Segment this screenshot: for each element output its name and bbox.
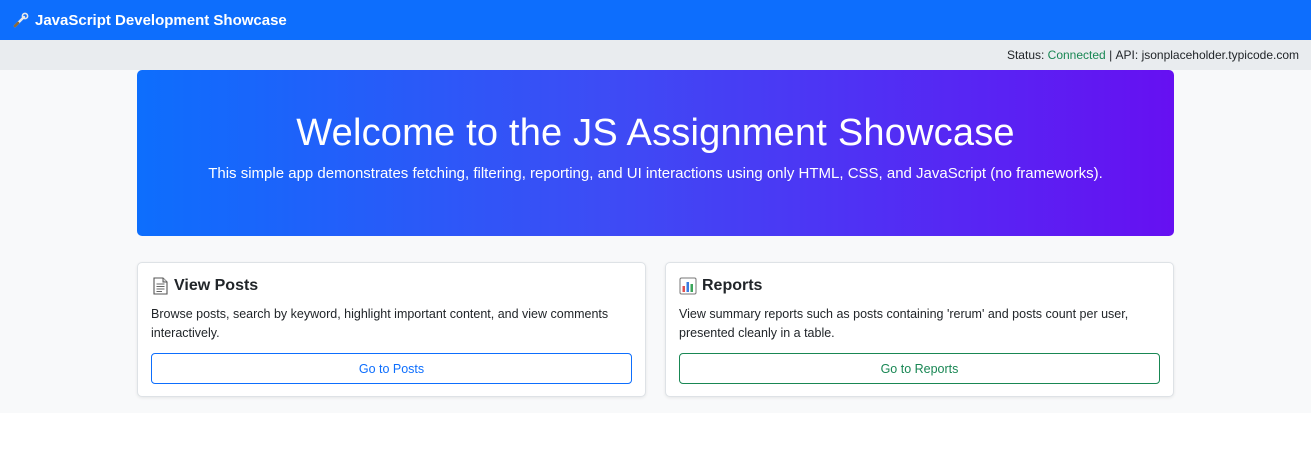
hero-banner: Welcome to the JS Assignment Showcase Th… <box>137 70 1174 236</box>
bar-chart-icon <box>679 277 697 295</box>
posts-card: View Posts Browse posts, search by keywo… <box>137 262 646 397</box>
go-to-reports-button[interactable]: Go to Reports <box>679 353 1160 384</box>
reports-card-title: Reports <box>679 276 1160 296</box>
posts-card-title: View Posts <box>151 276 632 296</box>
wrench-icon <box>11 11 29 29</box>
navbar-title: JavaScript Development Showcase <box>35 11 287 29</box>
reports-card: Reports View summary reports such as pos… <box>665 262 1174 397</box>
posts-card-text: Browse posts, search by keyword, highlig… <box>151 307 609 340</box>
hero-title: Welcome to the JS Assignment Showcase <box>296 112 1015 154</box>
api-value: jsonplaceholder.typicode.com <box>1141 48 1299 62</box>
navbar: JavaScript Development Showcase <box>0 0 1311 40</box>
main-content: Welcome to the JS Assignment Showcase Th… <box>0 70 1311 413</box>
status-bar: Status: Connected | API: jsonplaceholder… <box>0 40 1311 70</box>
navbar-brand[interactable]: JavaScript Development Showcase <box>11 11 287 29</box>
status-value: Connected <box>1047 48 1106 62</box>
hero-subtitle: This simple app demonstrates fetching, f… <box>208 165 1103 182</box>
reports-card-text: View summary reports such as posts conta… <box>679 307 1129 340</box>
api-label: API: <box>1115 48 1139 62</box>
document-icon <box>151 277 169 295</box>
posts-card-title-text: View Posts <box>174 277 259 294</box>
go-to-posts-button[interactable]: Go to Posts <box>151 353 632 384</box>
status-label: Status: <box>1006 48 1045 62</box>
card-row: View Posts Browse posts, search by keywo… <box>137 262 1174 397</box>
reports-card-title-text: Reports <box>702 277 763 294</box>
status-separator: | <box>1109 48 1113 62</box>
